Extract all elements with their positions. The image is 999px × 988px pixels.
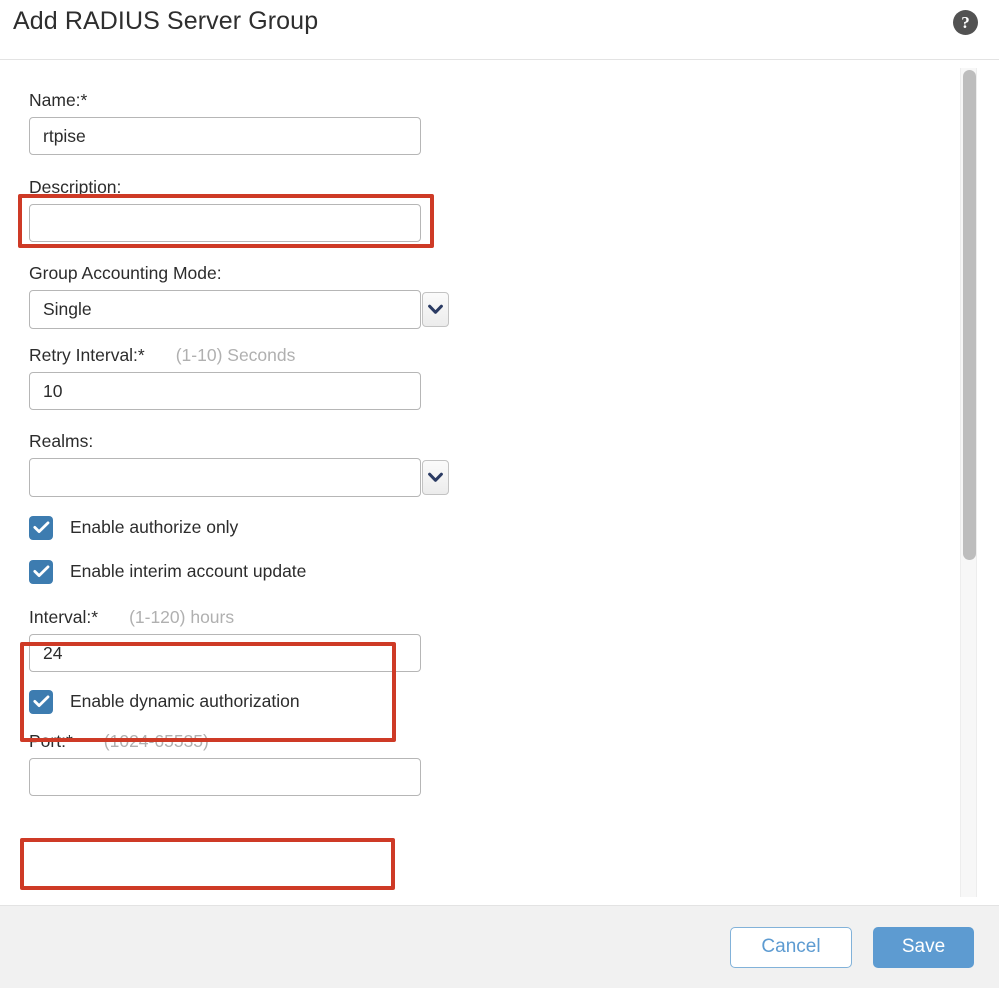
realms-label: Realms: xyxy=(29,431,94,451)
retry-interval-label-row: Retry Interval:* (1-10) Seconds xyxy=(29,343,950,367)
enable-authorize-only-label: Enable authorize only xyxy=(70,517,239,537)
enable-dynamic-authorization-checkbox[interactable] xyxy=(29,689,53,714)
field-port: Port:* (1024-65535) xyxy=(29,729,950,796)
add-radius-server-group-dialog: Add RADIUS Server Group ? Name:* Descrip… xyxy=(0,0,999,988)
check-icon xyxy=(32,521,49,533)
interval-label: Interval:* xyxy=(29,607,99,627)
checkbox-row-enable-interim-account-update[interactable]: Enable interim account update xyxy=(29,553,950,590)
enable-interim-account-update-label: Enable interim account update xyxy=(70,561,307,581)
field-realms: Realms: xyxy=(29,429,950,497)
realms-value[interactable] xyxy=(29,458,421,497)
interval-input[interactable] xyxy=(29,634,421,672)
name-input[interactable] xyxy=(29,117,421,155)
check-icon xyxy=(32,565,49,577)
checkbox-row-enable-authorize-only[interactable]: Enable authorize only xyxy=(29,509,950,546)
save-button[interactable]: Save xyxy=(873,926,974,968)
radius-server-group-form: Name:* Description: Group Accounting Mod… xyxy=(0,60,950,807)
chevron-down-icon[interactable] xyxy=(422,292,449,327)
chevron-down-icon[interactable] xyxy=(422,460,449,495)
dialog-header: Add RADIUS Server Group ? xyxy=(0,0,999,60)
port-label: Port:* xyxy=(29,731,73,751)
dialog-footer: Cancel Save xyxy=(0,905,999,988)
retry-interval-input[interactable] xyxy=(29,372,421,410)
description-input[interactable] xyxy=(29,204,421,242)
field-retry-interval: Retry Interval:* (1-10) Seconds xyxy=(29,343,950,410)
group-accounting-mode-value[interactable]: Single xyxy=(29,290,421,329)
scrollbar-thumb[interactable] xyxy=(963,70,976,560)
field-group-accounting-mode: Group Accounting Mode: Single xyxy=(29,261,950,329)
help-icon[interactable]: ? xyxy=(953,10,978,35)
page-title: Add RADIUS Server Group xyxy=(13,7,319,35)
interval-hint: (1-120) hours xyxy=(129,607,235,627)
checkbox-row-enable-dynamic-authorization[interactable]: Enable dynamic authorization xyxy=(29,683,950,720)
field-name: Name:* xyxy=(29,88,950,155)
name-label: Name:* xyxy=(29,90,88,110)
enable-interim-account-update-checkbox[interactable] xyxy=(29,559,53,584)
vertical-scrollbar[interactable] xyxy=(960,68,977,897)
group-accounting-mode-select[interactable]: Single xyxy=(29,290,449,329)
cancel-button[interactable]: Cancel xyxy=(730,926,852,968)
retry-interval-label: Retry Interval:* xyxy=(29,345,145,365)
enable-authorize-only-checkbox[interactable] xyxy=(29,515,53,540)
description-label: Description: xyxy=(29,177,122,197)
port-label-row: Port:* (1024-65535) xyxy=(29,729,950,753)
group-accounting-mode-label: Group Accounting Mode: xyxy=(29,263,222,283)
port-hint: (1024-65535) xyxy=(103,731,209,751)
dialog-body: Name:* Description: Group Accounting Mod… xyxy=(0,60,999,905)
interval-label-row: Interval:* (1-120) hours xyxy=(29,605,950,629)
field-interval: Interval:* (1-120) hours xyxy=(29,605,950,672)
field-description: Description: xyxy=(29,175,950,242)
retry-interval-hint: (1-10) Seconds xyxy=(175,345,296,365)
realms-select[interactable] xyxy=(29,458,449,497)
port-input[interactable] xyxy=(29,758,421,796)
enable-dynamic-authorization-label: Enable dynamic authorization xyxy=(70,691,300,711)
highlight-box-dynamic-authorization xyxy=(20,838,395,890)
check-icon xyxy=(32,695,49,707)
